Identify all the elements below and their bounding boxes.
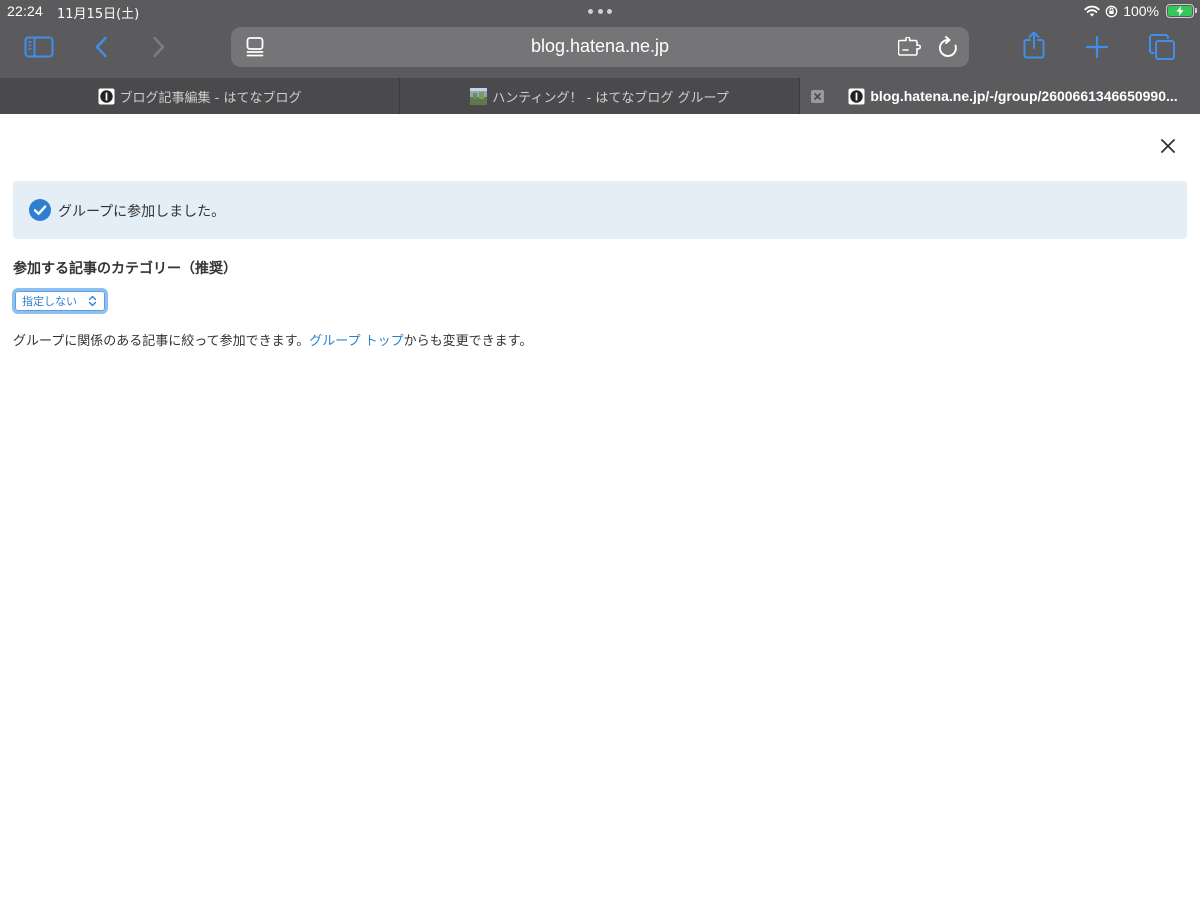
hatena-icon (98, 88, 115, 104)
success-notice: グループに参加しました。 (13, 181, 1187, 239)
back-icon[interactable] (86, 32, 116, 62)
charging-bolt-icon (1176, 6, 1184, 16)
page-content: グループに参加しました。 参加する記事のカテゴリー（推奨） 指定しない グループ… (0, 114, 1200, 900)
help-text-before: グループに関係のある記事に絞って参加できます。 (13, 334, 310, 349)
battery-icon (1166, 4, 1197, 18)
close-tab-icon[interactable] (811, 90, 824, 103)
reload-icon[interactable] (936, 35, 960, 59)
tab-hunting-group[interactable]: ハンティング！ - はてなブログ グループ (400, 78, 800, 114)
sidebar-icon[interactable] (24, 32, 54, 62)
check-circle-icon (29, 199, 51, 221)
close-icon[interactable] (1158, 136, 1178, 156)
hatena-icon (848, 88, 865, 104)
status-indicators: 100% (1084, 2, 1197, 20)
category-select[interactable]: 指定しない (12, 288, 108, 314)
tab-title: ハンティング！ - はてなブログ グループ (492, 90, 729, 106)
url-text[interactable]: blog.hatena.ne.jp (231, 36, 969, 57)
status-time: 22:24 (7, 3, 44, 19)
battery-percentage: 100% (1123, 3, 1159, 19)
status-bar: 22:24 11月15日(土) 100% (0, 0, 1200, 22)
help-text: グループに関係のある記事に絞って参加できます。グループ トップからも変更できます… (13, 330, 532, 349)
tab-title: ブログ記事編集 - はてなブログ (119, 90, 302, 106)
tabs-overview-icon[interactable] (1147, 32, 1177, 62)
category-heading: 参加する記事のカテゴリー（推奨） (13, 261, 237, 277)
group-top-link[interactable]: グループ トップ (309, 334, 403, 349)
new-tab-icon[interactable] (1082, 32, 1112, 62)
multitasking-dots-icon[interactable] (588, 9, 612, 14)
orientation-lock-icon (1105, 5, 1118, 17)
status-date: 11月15日(土) (57, 7, 140, 22)
browser-chrome: 22:24 11月15日(土) 100% blog.hatena.ne.jp (0, 0, 1200, 78)
tab-title: blog.hatena.ne.jp/-/group/26006613466509… (870, 88, 1178, 104)
help-text-after: からも変更できます。 (403, 334, 533, 349)
share-icon[interactable] (1019, 30, 1049, 60)
tab-bar: ブログ記事編集 - はてなブログ ハンティング！ - はてなブログ グループ b… (0, 78, 1200, 114)
address-bar[interactable]: blog.hatena.ne.jp (231, 27, 969, 67)
tab-group-join[interactable]: blog.hatena.ne.jp/-/group/26006613466509… (800, 78, 1200, 114)
forward-icon[interactable] (144, 32, 174, 62)
tab-blog-editor[interactable]: ブログ記事編集 - はてなブログ (0, 78, 400, 114)
extension-icon[interactable] (898, 35, 922, 59)
chevron-updown-icon (88, 295, 97, 307)
wifi-icon (1084, 5, 1100, 17)
thumbnail-image (470, 87, 488, 105)
notice-message: グループに参加しました。 (58, 204, 226, 220)
